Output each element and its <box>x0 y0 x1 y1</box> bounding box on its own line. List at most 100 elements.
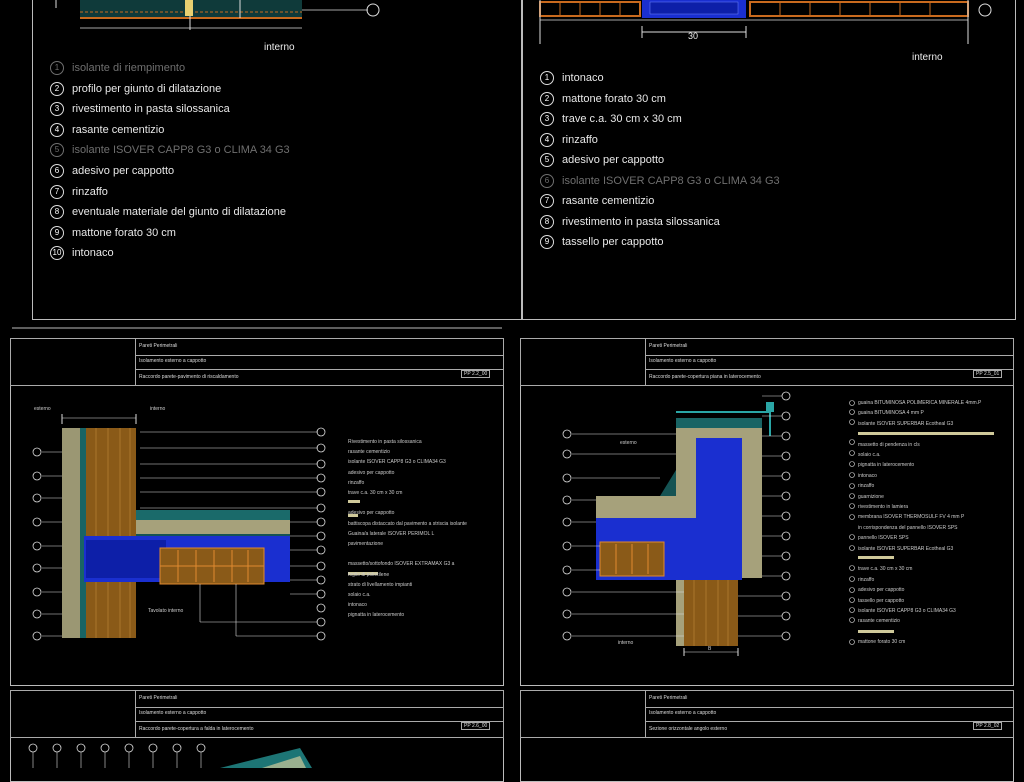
legend-item: rinzaffo <box>858 576 875 583</box>
legend-item: 2 mattone forato 30 cm <box>540 91 666 106</box>
legend-item: solaio c.a. <box>858 452 881 458</box>
legend-item: 8 eventuale materiale del giunto di dilat… <box>50 205 287 220</box>
legend-item: isolante ISOVER SUPERBAR Ecotheal G3 <box>858 545 954 552</box>
mr-interior-label: interno <box>618 640 634 646</box>
legend-item: adesivo per cappotto <box>348 469 395 476</box>
legend-text: adesivo per cappotto <box>562 154 665 166</box>
legend-item: mattone forato 30 cm <box>858 639 906 646</box>
legend-item: 3 trave c.a. 30 cm x 30 cm <box>540 112 682 126</box>
tr-dimension: 30 <box>688 31 699 41</box>
legend-text: rinzaffo <box>72 185 108 198</box>
legend-text: tassello per cappotto <box>562 236 664 248</box>
bottom-left-title-block: Pareti Perimetrali Isolamento esterno a … <box>10 690 504 738</box>
legend-item: adesivo per cappotto <box>348 510 395 517</box>
legend-item: guarnizione <box>858 493 884 500</box>
legend-item: 7 rasante cementizio <box>540 194 654 208</box>
mr-description: Raccordo parete-copertura piana in later… <box>649 374 761 380</box>
legend-item: rinzaffo <box>348 479 365 486</box>
legend-item: pannello ISOVER SPS <box>858 535 909 542</box>
legend-item: 6 adesivo per cappotto <box>50 164 174 178</box>
ml-code: PP 2.2_00 <box>461 370 491 378</box>
legend-item: strato di livellamento impianti <box>348 581 413 588</box>
legend-text: mattone forato 30 cm <box>562 92 666 105</box>
legend-text: mattone forato 30 cm <box>72 226 176 239</box>
legend-item: Guaina/a laterale ISOVER PERIMOL L <box>348 530 435 537</box>
legend-text: rasante cementizio <box>72 123 165 136</box>
legend-item: isolante ISOVER CAPP8 G3 o CLIMA34 G3 <box>348 459 446 466</box>
legend-item: rinzaffo <box>858 483 875 490</box>
legend-text: isolante ISOVER CAPP8 G3 o CLIMA 34 G3 <box>562 174 780 187</box>
legend-number: 3 <box>540 112 554 126</box>
legend-item: guaina BITUMINOSA POLIMERICA MINERALE 4m… <box>858 400 982 406</box>
legend-item: 9 mattone forato 30 cm <box>50 225 176 240</box>
mr-exterior-label: esterno <box>620 440 637 446</box>
legend-number: 4 <box>540 132 554 147</box>
legend-item: pignatta in laterocemento <box>348 612 405 619</box>
mid-left-sheet <box>10 338 504 686</box>
legend-item: adesivo per cappotto <box>858 587 905 594</box>
legend-number: 2 <box>540 91 554 106</box>
tl-interior-label: interno <box>264 42 295 53</box>
legend-item: 5 adesivo per cappotto <box>540 153 664 167</box>
legend-item: in corrispondenza del pannello ISOVER SP… <box>858 524 958 531</box>
legend-text: trave c.a. 30 cm x 30 cm <box>562 113 682 125</box>
mid-left-title-block: Pareti Perimetrali Isolamento esterno a … <box>10 338 504 386</box>
mid-right-title-block: Pareti Perimetrali Isolamento esterno a … <box>520 338 1014 386</box>
bl-code: PP 2.6_00 <box>461 722 491 730</box>
bl-subtitle: Isolamento esterno a cappotto <box>139 710 207 716</box>
legend-item: 4 rasante cementizio <box>50 122 165 137</box>
legend-text: intonaco <box>72 247 114 260</box>
bl-title: Pareti Perimetrali <box>139 695 178 701</box>
ml-title: Pareti Perimetrali <box>139 343 178 349</box>
legend-item: 8 rivestimento in pasta silossanica <box>540 214 720 229</box>
bl-description: Raccordo parete-copertura a falda in lat… <box>139 726 254 732</box>
legend-text: rasante cementizio <box>562 195 655 207</box>
legend-item: 5 isolante ISOVER CAPP8 G3 o CLIMA 34 G3 <box>50 143 290 158</box>
mr-title: Pareti Perimetrali <box>649 343 688 349</box>
legend-number: 7 <box>50 184 64 199</box>
mr-code: PP 2.5_01 <box>973 370 1003 378</box>
legend-number: 9 <box>50 225 64 240</box>
legend-number: 10 <box>50 246 64 261</box>
legend-item: Rivestimento in pasta silossanica <box>348 439 422 445</box>
ml-description: Raccordo parete-pavimento di riscaldamen… <box>139 374 239 380</box>
legend-text: isolante di riempimento <box>72 62 186 74</box>
legend-item: intonaco <box>858 472 877 479</box>
legend-item: 6 isolante ISOVER CAPP8 G3 o CLIMA 34 G3 <box>540 173 780 188</box>
ml-exterior-label: esterno <box>34 406 51 412</box>
legend-text: intonaco <box>562 72 604 84</box>
legend-item: massetto di pendenza in cls <box>858 441 920 448</box>
br-title: Pareti Perimetrali <box>649 695 688 701</box>
mid-right-sheet <box>520 338 1014 686</box>
legend-item: intonaco <box>348 602 367 609</box>
legend-text: eventuale materiale del giunto di dilata… <box>72 206 287 219</box>
legend-item: solaio c.a. <box>348 592 371 598</box>
legend-item: pignatta in laterocemento <box>858 462 915 469</box>
bottom-right-title-block: Pareti Perimetrali Isolamento esterno a … <box>520 690 1014 738</box>
ml-interior-label: interno <box>150 406 166 412</box>
legend-text: isolante ISOVER CAPP8 G3 o CLIMA 34 G3 <box>72 144 290 157</box>
tr-interior-label: interno <box>912 52 943 63</box>
legend-item: rivestimento in lamiera <box>858 504 909 510</box>
legend-text: rinzaffo <box>562 133 598 146</box>
legend-number: 7 <box>540 194 554 208</box>
legend-text: rivestimento in pasta silossanica <box>72 103 230 116</box>
legend-item: guaina BITUMINOSA 4 mm P <box>858 410 924 417</box>
legend-item: 9 tassello per cappotto <box>540 235 664 249</box>
legend-number: 5 <box>540 153 554 167</box>
legend-text: rivestimento in pasta silossanica <box>562 215 720 228</box>
legend-item: isolante ISOVER CAPP8 G3 o CLIMA34 G3 <box>858 608 956 614</box>
legend-number: 5 <box>50 143 64 158</box>
legend-item: rasante cementizio <box>858 618 900 625</box>
legend-number: 8 <box>50 205 64 220</box>
legend-item: isolante ISOVER SUPERBAR Ecotheal G3 <box>858 420 954 427</box>
legend-item: trave c.a. 30 cm x 30 cm <box>858 566 913 573</box>
legend-number: 6 <box>540 173 554 188</box>
legend-text: adesivo per cappotto <box>72 165 175 177</box>
ml-subtitle: Isolamento esterno a cappotto <box>139 358 207 364</box>
legend-item: 2 profilo per giunto di dilatazione <box>50 81 221 96</box>
legend-item: rasante cementizio <box>348 449 390 456</box>
legend-item: battiscopa distaccato dal pavimento a st… <box>348 520 467 527</box>
legend-number: 3 <box>50 102 64 117</box>
legend-number: 9 <box>540 235 554 249</box>
